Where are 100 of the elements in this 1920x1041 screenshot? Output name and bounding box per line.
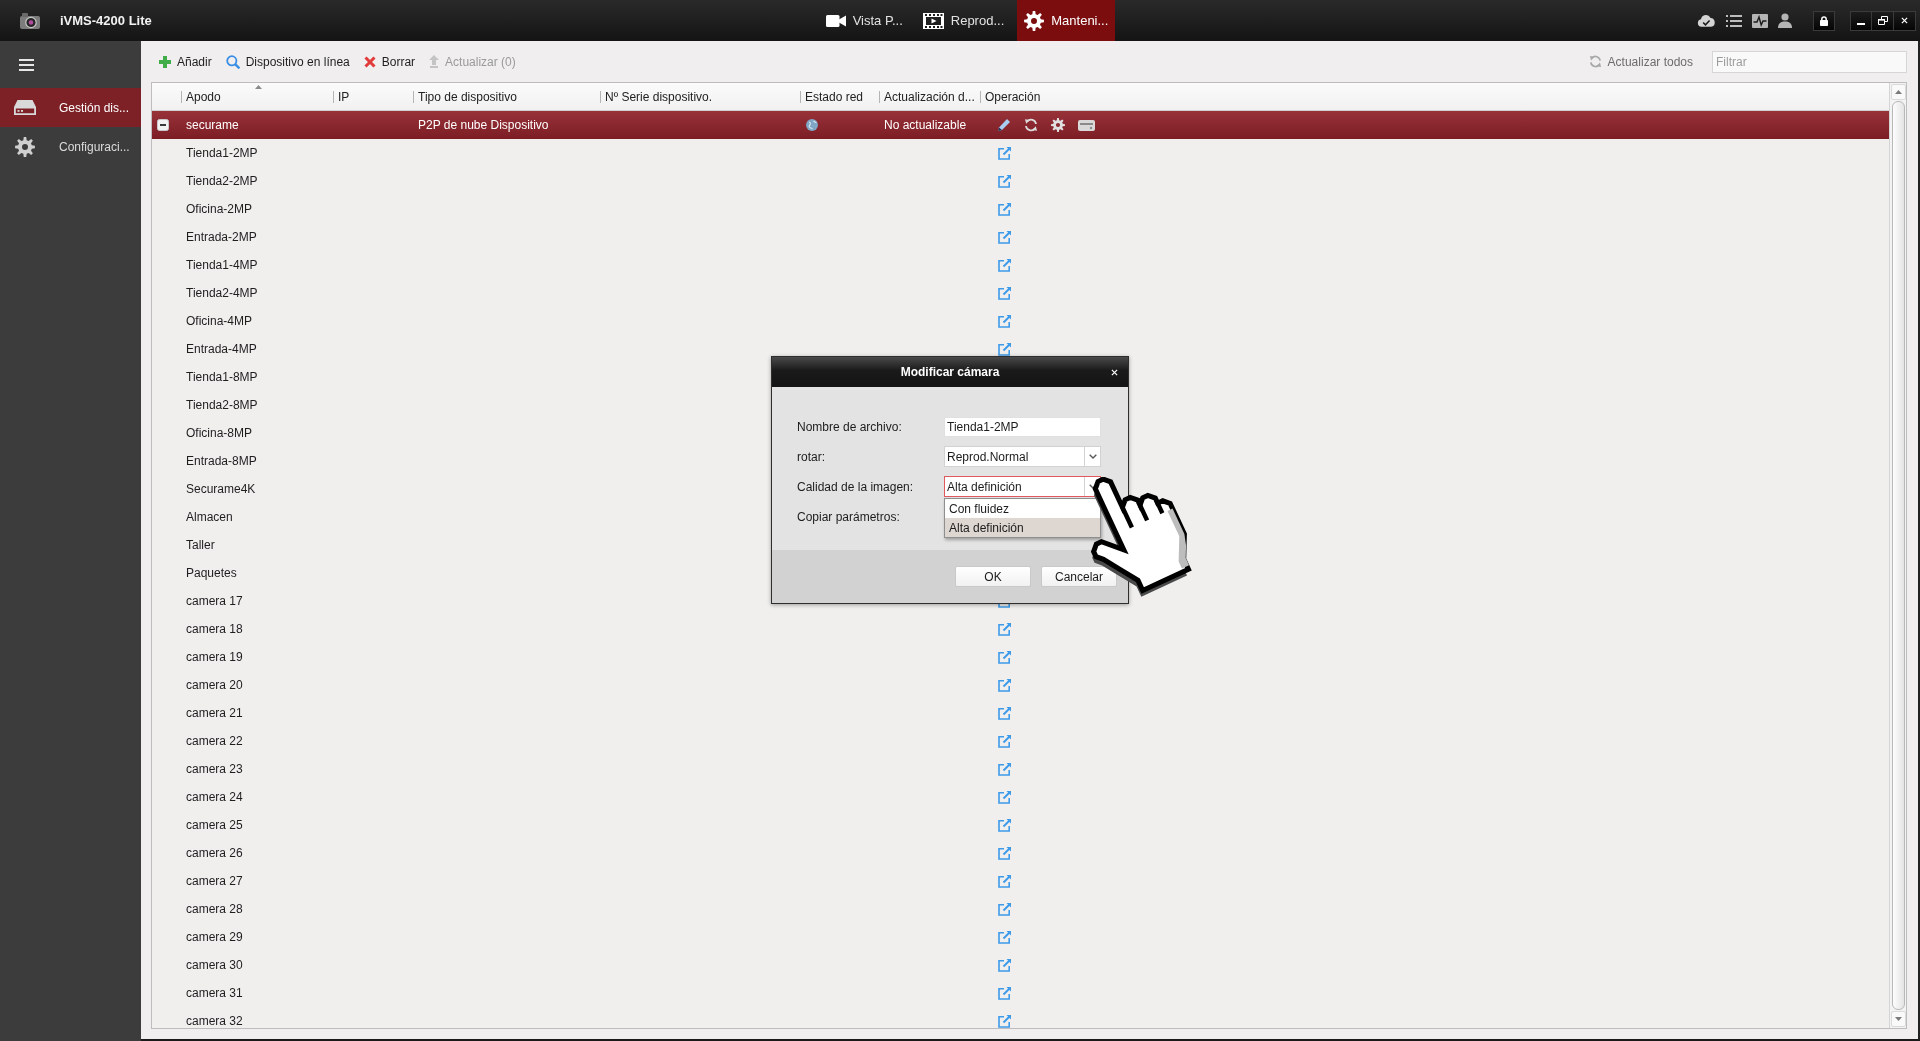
- dropdown-option[interactable]: Con fluidez: [945, 499, 1100, 518]
- camera-name[interactable]: Securame4K: [186, 482, 256, 496]
- close-icon[interactable]: [1111, 369, 1118, 376]
- scroll-down-button[interactable]: [1890, 1011, 1906, 1027]
- collapse-icon[interactable]: [157, 119, 169, 131]
- edit-icon[interactable]: [998, 314, 1011, 328]
- edit-icon[interactable]: [998, 202, 1011, 216]
- activity-icon[interactable]: [1752, 13, 1768, 28]
- camera-name[interactable]: camera 21: [186, 706, 243, 720]
- edit-icon[interactable]: [998, 874, 1011, 888]
- user-icon[interactable]: [1778, 13, 1792, 28]
- edit-icon[interactable]: [998, 258, 1011, 272]
- camera-name[interactable]: Tienda1-2MP: [186, 146, 258, 160]
- close-button[interactable]: [1894, 10, 1916, 31]
- column-header[interactable]: Apodo: [181, 83, 333, 110]
- camera-name[interactable]: Taller: [186, 538, 215, 552]
- camera-name[interactable]: camera 27: [186, 874, 243, 888]
- cancel-button[interactable]: Cancelar: [1041, 566, 1117, 587]
- dropdown-field[interactable]: Reprod.Normal: [944, 446, 1101, 467]
- edit-icon[interactable]: [998, 958, 1011, 972]
- filter-field[interactable]: Filtrar: [1712, 50, 1907, 73]
- camera-name[interactable]: Tienda1-8MP: [186, 370, 258, 384]
- column-header[interactable]: Actualización d...: [879, 83, 980, 110]
- dropdown-option[interactable]: Alta definición: [945, 518, 1100, 537]
- text-field[interactable]: Tienda1-2MP: [944, 416, 1101, 437]
- edit-icon[interactable]: [998, 678, 1011, 692]
- edit-icon[interactable]: [998, 986, 1011, 1000]
- camera-name[interactable]: camera 23: [186, 762, 243, 776]
- refresh-icon[interactable]: [1024, 118, 1038, 132]
- main-tab[interactable]: Manteni...: [1017, 0, 1116, 41]
- camera-name[interactable]: Tienda2-2MP: [186, 174, 258, 188]
- cloud-check-icon[interactable]: [1697, 14, 1716, 27]
- sidebar-item[interactable]: Gestión dis...: [0, 88, 141, 127]
- camera-name[interactable]: Almacen: [186, 510, 233, 524]
- lock-button[interactable]: [1813, 10, 1835, 31]
- device-icon[interactable]: [1078, 119, 1095, 131]
- pencil-icon[interactable]: [997, 118, 1011, 132]
- edit-icon[interactable]: [998, 146, 1011, 160]
- camera-name[interactable]: Tienda2-8MP: [186, 398, 258, 412]
- edit-icon[interactable]: [998, 790, 1011, 804]
- restore-button[interactable]: [1872, 10, 1894, 31]
- edit-icon[interactable]: [998, 622, 1011, 636]
- camera-name[interactable]: Paquetes: [186, 566, 237, 580]
- gear-icon[interactable]: [1051, 118, 1065, 132]
- main-tab[interactable]: Reprod...: [915, 0, 1012, 41]
- edit-icon[interactable]: [998, 174, 1011, 188]
- camera-name[interactable]: camera 30: [186, 958, 243, 972]
- camera-name[interactable]: Tienda2-4MP: [186, 286, 258, 300]
- camera-name[interactable]: Entrada-8MP: [186, 454, 257, 468]
- camera-name[interactable]: camera 32: [186, 1014, 243, 1028]
- edit-icon[interactable]: [998, 846, 1011, 860]
- column-header[interactable]: Operación: [980, 83, 1889, 110]
- camera-name[interactable]: camera 28: [186, 902, 243, 916]
- column-header[interactable]: IP: [333, 83, 413, 110]
- camera-name[interactable]: camera 17: [186, 594, 243, 608]
- camera-name[interactable]: camera 29: [186, 930, 243, 944]
- scrollbar-thumb[interactable]: [1891, 101, 1905, 1010]
- edit-icon[interactable]: [998, 650, 1011, 664]
- list-icon[interactable]: [1726, 14, 1742, 27]
- edit-icon[interactable]: [998, 818, 1011, 832]
- minimize-button[interactable]: [1850, 10, 1872, 31]
- column-header[interactable]: Nº Serie dispositivo.: [600, 83, 800, 110]
- edit-icon[interactable]: [998, 902, 1011, 916]
- edit-icon[interactable]: [998, 762, 1011, 776]
- camera-name[interactable]: camera 26: [186, 846, 243, 860]
- dropdown-field[interactable]: Alta definición: [944, 476, 1101, 497]
- edit-icon[interactable]: [998, 930, 1011, 944]
- camera-name[interactable]: camera 19: [186, 650, 243, 664]
- ok-button[interactable]: OK: [955, 566, 1031, 587]
- camera-name[interactable]: camera 20: [186, 678, 243, 692]
- camera-name[interactable]: Oficina-4MP: [186, 314, 253, 328]
- edit-icon[interactable]: [998, 286, 1011, 300]
- camera-name[interactable]: Entrada-2MP: [186, 230, 257, 244]
- menu-icon[interactable]: [19, 58, 34, 71]
- caret-up-icon: [1894, 90, 1902, 94]
- camera-name[interactable]: camera 31: [186, 986, 243, 1000]
- camera-name[interactable]: Tienda1-4MP: [186, 258, 258, 272]
- refresh-all-button[interactable]: Actualizar todos: [1588, 54, 1693, 69]
- edit-icon[interactable]: [998, 1014, 1011, 1028]
- camera-name[interactable]: camera 18: [186, 622, 243, 636]
- camera-name[interactable]: camera 25: [186, 818, 243, 832]
- camera-name[interactable]: Oficina-8MP: [186, 426, 253, 440]
- camera-name[interactable]: camera 22: [186, 734, 243, 748]
- table-row[interactable]: securame P2P de nube Dispositivo No actualizable: [152, 111, 1889, 139]
- camera-name[interactable]: Entrada-4MP: [186, 342, 257, 356]
- delete-button[interactable]: Borrar: [363, 54, 416, 69]
- main-tab[interactable]: Vista P...: [818, 0, 910, 41]
- device-name[interactable]: securame: [186, 118, 239, 132]
- add-button[interactable]: Añadir: [159, 54, 212, 69]
- scroll-up-button[interactable]: [1890, 84, 1906, 100]
- edit-icon[interactable]: [998, 706, 1011, 720]
- camera-name[interactable]: camera 24: [186, 790, 243, 804]
- camera-name[interactable]: Oficina-2MP: [186, 202, 253, 216]
- edit-icon[interactable]: [998, 230, 1011, 244]
- edit-icon[interactable]: [998, 734, 1011, 748]
- column-header[interactable]: Tipo de dispositivo: [413, 83, 600, 110]
- search-device-button[interactable]: Dispositivo en línea: [225, 54, 350, 69]
- edit-icon[interactable]: [998, 342, 1011, 356]
- column-header[interactable]: Estado red: [800, 83, 879, 110]
- sidebar-item[interactable]: Configuraci...: [0, 127, 141, 166]
